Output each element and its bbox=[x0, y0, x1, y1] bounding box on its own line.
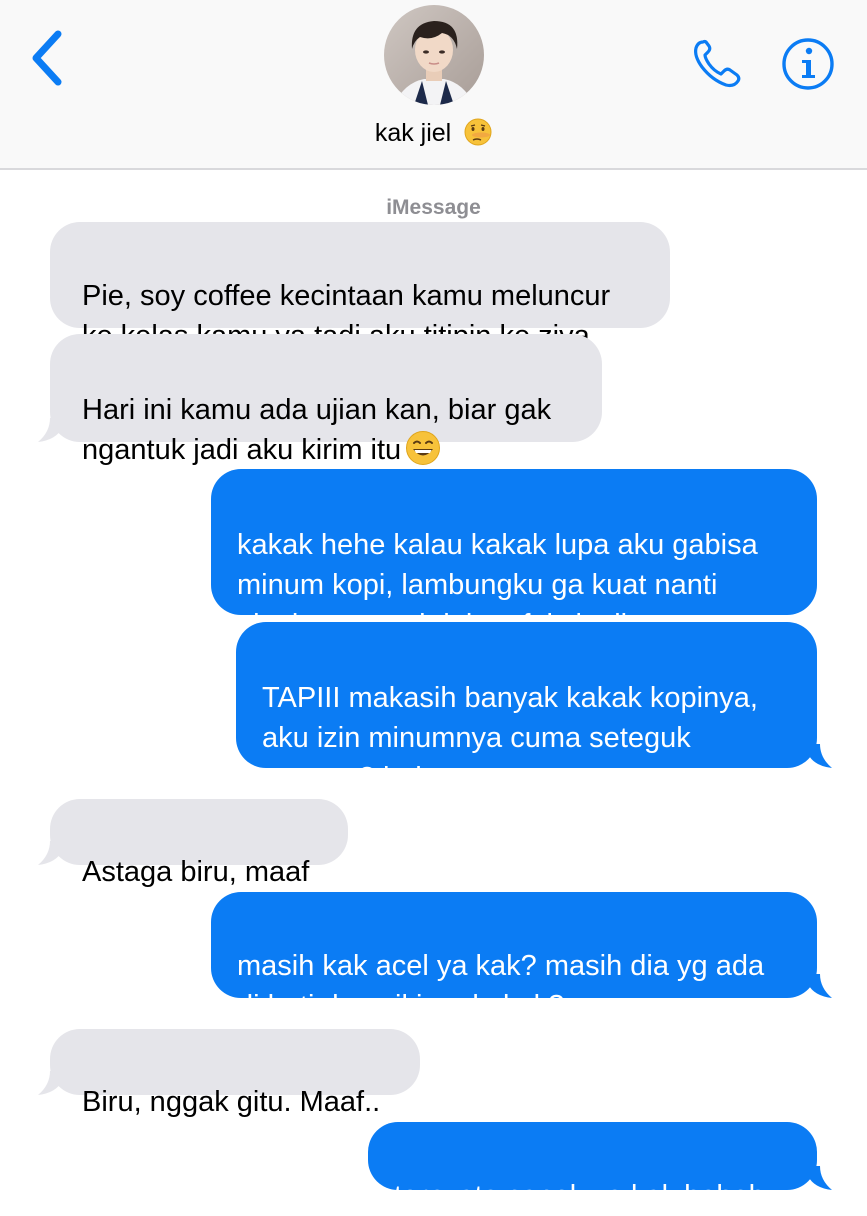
bubble-tail bbox=[808, 1166, 832, 1190]
outgoing-message-bubble[interactable]: TAPIII makasih banyak kakak kopinya, aku… bbox=[236, 622, 817, 794]
info-button[interactable] bbox=[780, 36, 836, 92]
message-text: masih kak acel ya kak? masih dia yg ada … bbox=[237, 950, 765, 1022]
message-text: Astaga biru, maaf bbox=[82, 856, 310, 888]
avatar-photo bbox=[384, 5, 484, 105]
outgoing-message-bubble[interactable]: ternyata capek ya kak heheh bbox=[368, 1122, 817, 1212]
back-button[interactable] bbox=[22, 26, 72, 90]
message-text: TAPIII makasih banyak kakak kopinya, aku… bbox=[262, 682, 758, 794]
info-icon bbox=[782, 38, 834, 90]
incoming-message-bubble[interactable]: Pie, soy coffee kecintaan kamu meluncur … bbox=[50, 222, 670, 352]
grinning-face-emoji-icon bbox=[406, 431, 441, 465]
contact-avatar[interactable] bbox=[384, 5, 484, 105]
incoming-message-bubble[interactable]: Astaga biru, maaf bbox=[50, 799, 348, 888]
message-text: Biru, nggak gitu. Maaf.. bbox=[82, 1086, 381, 1118]
contact-name: kak jiel bbox=[374, 119, 452, 147]
message-text: Hari ini kamu ada ujian kan, biar gak ng… bbox=[82, 394, 552, 466]
incoming-message-bubble[interactable]: Biru, nggak gitu. Maaf.. bbox=[50, 1029, 420, 1118]
bubble-tail bbox=[808, 744, 832, 768]
incoming-message-bubble[interactable]: Hari ini kamu ada ujian kan, biar gak ng… bbox=[50, 334, 602, 466]
message-text: ternyata capek ya kak heheh bbox=[394, 1180, 765, 1212]
service-label: iMessage bbox=[386, 196, 481, 219]
bubble-tail bbox=[38, 418, 62, 442]
bubble-tail bbox=[38, 841, 62, 865]
conversation-header: kak jiel bbox=[0, 0, 867, 170]
chevron-left-icon bbox=[32, 30, 62, 86]
contact-name-button[interactable]: kak jiel bbox=[0, 118, 867, 148]
outgoing-message-bubble[interactable]: kakak hehe kalau kakak lupa aku gabisa m… bbox=[211, 469, 817, 641]
bubble-tail bbox=[38, 1071, 62, 1095]
phone-icon bbox=[694, 39, 741, 88]
lying-face-emoji-icon bbox=[464, 118, 492, 146]
bubble-tail bbox=[808, 974, 832, 998]
outgoing-message-bubble[interactable]: masih kak acel ya kak? masih dia yg ada … bbox=[211, 892, 817, 1022]
phone-call-button[interactable] bbox=[690, 36, 746, 90]
